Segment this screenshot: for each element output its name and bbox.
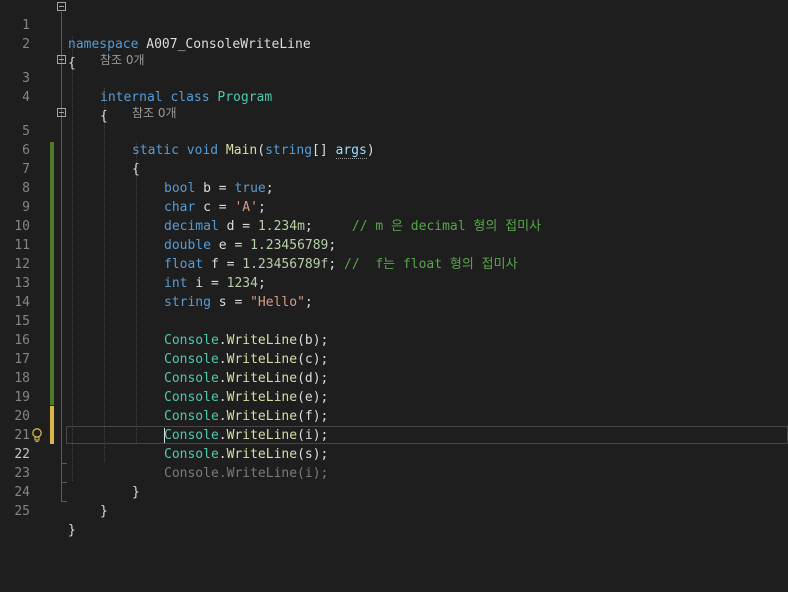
brace: } [100,504,108,519]
code-line[interactable]: 21 Console.WriteLine(s); [0,407,788,462]
code-line[interactable]: 20 Console.WriteLine(i); [0,388,788,443]
code-line[interactable]: 3 internal class Program [0,50,788,105]
code-line[interactable]: 9 decimal d = 1.234m; // m 은 decimal 형의 … [0,179,788,234]
code-line[interactable]: 7 bool b = true; [0,141,788,196]
code-line[interactable]: 10 double e = 1.23456789; [0,198,788,253]
code-line-current[interactable]: 22 Console.WriteLine(i); [0,426,788,481]
code-line[interactable]: 11 float f = 1.23456789f; // f는 float 형의… [0,217,788,272]
text-caret [164,428,165,443]
code-line[interactable]: 19 Console.WriteLine(f); [0,369,788,424]
code-line[interactable]: 25 } [0,483,788,538]
code-editor[interactable]: 1 namespace A007_ConsoleWriteLine 2 { 참조… [0,0,788,592]
codelens-row: 참조 0개 [0,32,788,67]
code-line[interactable]: 8 char c = 'A'; [0,160,788,215]
code-line[interactable]: 14 [0,274,788,310]
code-line[interactable]: 15 Console.WriteLine(b); [0,293,788,348]
brace: } [68,523,76,538]
code-line[interactable]: 18 Console.WriteLine(e); [0,350,788,405]
code-line[interactable]: 6 { [0,122,788,177]
code-line[interactable]: 23 } [0,445,788,500]
code-line[interactable]: 13 string s = "Hello"; [0,255,788,310]
line-number: 25 [14,504,30,519]
code-line[interactable]: 12 int i = 1234; [0,236,788,291]
codelens-row: 참조 0개 [0,85,788,120]
code-line[interactable]: 16 Console.WriteLine(c); [0,312,788,367]
code-line[interactable]: 5 static void Main(string[] args) [0,103,788,159]
code-line[interactable]: 24 } [0,464,788,519]
code-line[interactable]: 17 Console.WriteLine(d); [0,331,788,386]
code-line[interactable]: 1 namespace A007_ConsoleWriteLine [0,0,788,52]
